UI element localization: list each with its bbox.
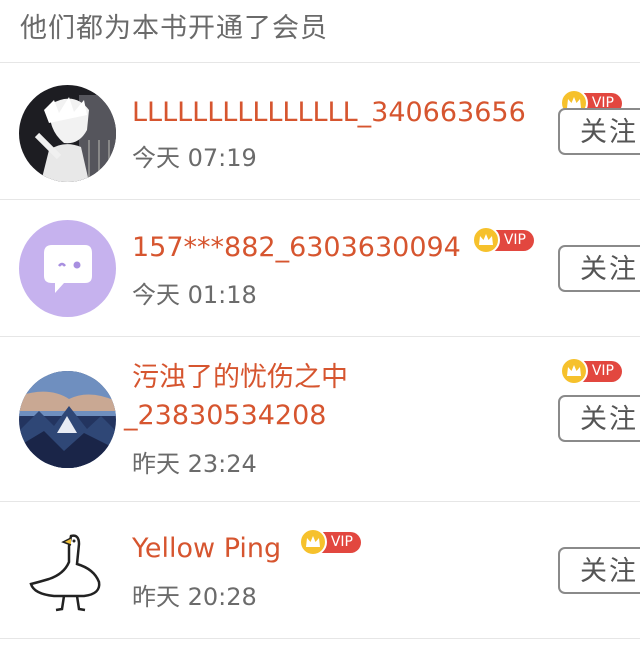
timestamp: 昨天 23:24 (132, 450, 257, 478)
crown-icon (472, 226, 500, 254)
timestamp: 昨天 20:28 (132, 583, 257, 611)
follow-button[interactable]: 关注 (558, 547, 640, 594)
anime-boy-avatar-icon[interactable] (19, 85, 116, 182)
username-line-2[interactable]: _23830534208 (124, 397, 326, 434)
member-row[interactable]: 污浊了的忧伤之中 _23830534208 VIP 昨天 23:24 关注 (0, 337, 640, 502)
username[interactable]: 157***882_6303630094 (132, 229, 461, 266)
crown-icon (299, 528, 327, 556)
member-row[interactable]: Yellow Ping VIP 昨天 20:28 关注 (0, 502, 640, 639)
follow-button[interactable]: 关注 (558, 395, 640, 442)
crown-icon (560, 357, 588, 385)
member-row[interactable]: 157***882_6303630094 VIP 今天 01:18 关注 (0, 200, 640, 337)
goose-avatar-icon[interactable] (19, 524, 116, 621)
page-title: 他们都为本书开通了会员 (20, 13, 328, 44)
page-header: 他们都为本书开通了会员 (0, 0, 640, 63)
vip-badge: VIP (299, 528, 363, 556)
vip-badge: VIP (560, 357, 624, 385)
username[interactable]: LLLLLLLLLLLLLLL_340663656 (132, 94, 526, 131)
member-row[interactable]: LLLLLLLLLLLLLLL_340663656 VIP 今天 07:19 关… (0, 63, 640, 200)
follow-button[interactable]: 关注 (558, 245, 640, 292)
follow-button[interactable]: 关注 (558, 108, 640, 155)
vip-badge: VIP (472, 226, 536, 254)
username[interactable]: Yellow Ping (132, 530, 281, 567)
username-line-1[interactable]: 污浊了的忧伤之中 (132, 359, 348, 396)
timestamp: 今天 07:19 (132, 144, 257, 172)
timestamp: 今天 01:18 (132, 281, 257, 309)
chat-bubble-avatar-icon[interactable] (19, 220, 116, 317)
mountain-landscape-avatar-icon[interactable] (19, 371, 116, 468)
